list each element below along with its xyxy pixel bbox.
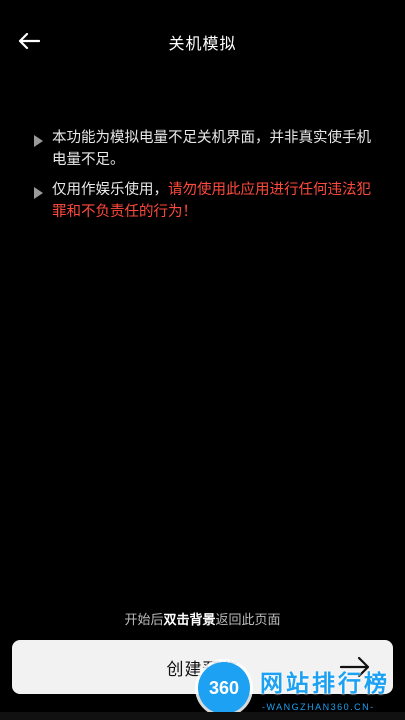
- watermark-badge-text: 360: [208, 677, 240, 698]
- notice-item: 仅用作娱乐使用，请勿使用此应用进行任何违法犯罪和不负责任的行为！: [34, 179, 374, 223]
- top-bar: 关机模拟: [0, 0, 405, 80]
- notice-text: 本功能为模拟电量不足关机界面，并非真实使手机电量不足。: [52, 130, 371, 168]
- watermark-subtitle: -WANGZHAN360.CN-: [262, 702, 375, 712]
- bottom-edge: [0, 712, 405, 720]
- notice-item: 本功能为模拟电量不足关机界面，并非真实使手机电量不足。: [34, 127, 374, 171]
- usage-hint: 开始后双击背景返回此页面: [0, 609, 405, 628]
- page-title: 关机模拟: [168, 34, 237, 53]
- watermark-title: 网站排行榜: [260, 671, 390, 697]
- hint-suffix: 返回此页面: [215, 613, 281, 628]
- watermark: 360 网站排行榜 -WANGZHAN360.CN-: [196, 656, 405, 720]
- watermark-badge: 360: [198, 662, 250, 714]
- hint-bold: 双击背景: [163, 613, 216, 628]
- hint-prefix: 开始后: [124, 613, 164, 628]
- notice-text: 仅用作娱乐使用，: [52, 182, 168, 198]
- notice-list: 本功能为模拟电量不足关机界面，并非真实使手机电量不足。 仅用作娱乐使用，请勿使用…: [34, 127, 374, 231]
- triangle-bullet-icon: [34, 135, 43, 147]
- triangle-bullet-icon: [34, 187, 43, 199]
